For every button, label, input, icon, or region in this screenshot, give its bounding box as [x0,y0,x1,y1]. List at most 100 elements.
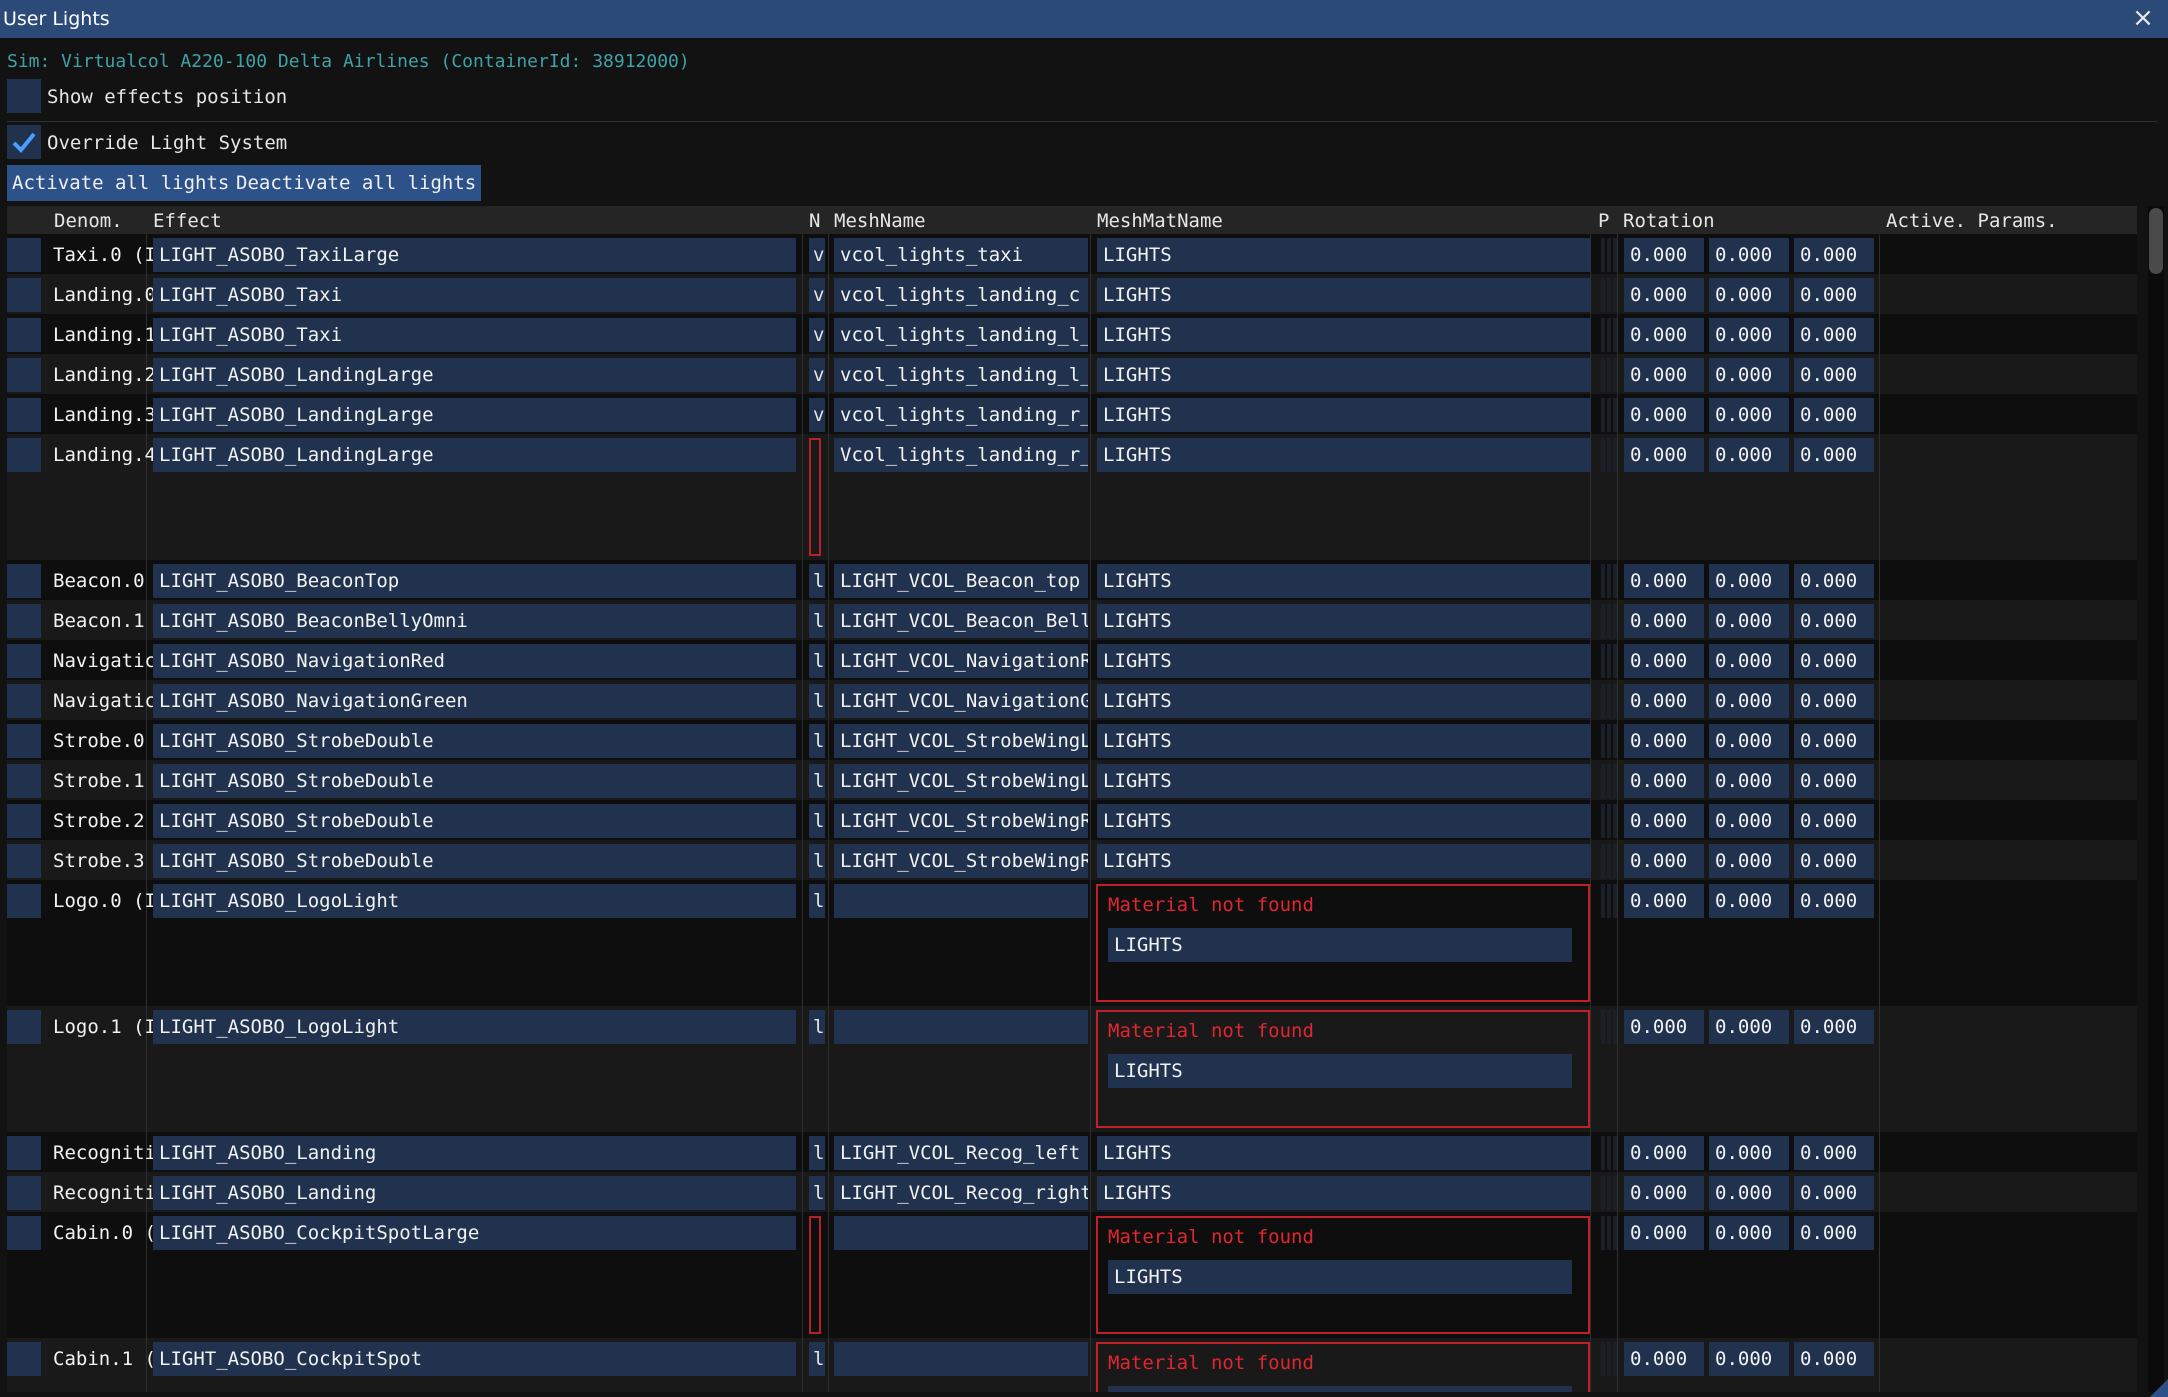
row-meshmatname-field[interactable]: LIGHTS [1097,764,1591,798]
row-meshmatname-field[interactable]: LIGHTS [1097,724,1591,758]
row-active-checkbox[interactable] [7,238,41,272]
row-p-field[interactable] [1599,1176,1617,1210]
row-meshname-field[interactable]: LIGHT_VCOL_NavigationRe [834,644,1088,678]
row-meshmatname-field[interactable]: LIGHTS [1097,804,1591,838]
row-effect-field[interactable]: LIGHT_ASOBO_LogoLight [153,1010,796,1044]
row-rotation-x-field[interactable]: 0.000 [1624,684,1704,718]
row-effect-field[interactable]: LIGHT_ASOBO_Taxi [153,278,796,312]
row-meshname-field[interactable]: LIGHT_VCOL_Beacon_Belly [834,604,1088,638]
row-rotation-z-field[interactable]: 0.000 [1794,724,1874,758]
row-effect-field[interactable]: LIGHT_ASOBO_StrobeDouble [153,844,796,878]
row-active-checkbox[interactable] [7,278,41,312]
row-rotation-z-field[interactable]: 0.000 [1794,604,1874,638]
row-p-field[interactable] [1599,564,1617,598]
row-active-checkbox[interactable] [7,604,41,638]
row-meshname-field[interactable] [834,884,1088,918]
row-meshname-field[interactable] [834,1010,1088,1044]
row-meshname-field[interactable]: LIGHT_VCOL_Recog_right [834,1176,1088,1210]
row-rotation-x-field[interactable]: 0.000 [1624,604,1704,638]
row-rotation-z-field[interactable]: 0.000 [1794,564,1874,598]
row-rotation-z-field[interactable]: 0.000 [1794,1010,1874,1044]
row-rotation-y-field[interactable]: 0.000 [1709,884,1789,918]
row-p-field[interactable] [1599,804,1617,838]
row-effect-field[interactable]: LIGHT_ASOBO_Landing [153,1136,796,1170]
row-rotation-z-field[interactable]: 0.000 [1794,844,1874,878]
row-meshname-field[interactable]: vcol_lights_landing_l_1 [834,318,1088,352]
row-rotation-z-field[interactable]: 0.000 [1794,358,1874,392]
row-active-checkbox[interactable] [7,1216,41,1250]
row-rotation-z-field[interactable]: 0.000 [1794,1216,1874,1250]
row-meshmatname-field[interactable]: LIGHTS [1097,358,1591,392]
row-effect-field[interactable]: LIGHT_ASOBO_BeaconBellyOmni [153,604,796,638]
row-n-field[interactable]: l [809,884,825,918]
row-meshname-field[interactable]: vcol_lights_landing_r_2 [834,398,1088,432]
row-rotation-z-field[interactable]: 0.000 [1794,644,1874,678]
row-rotation-z-field[interactable]: 0.000 [1794,398,1874,432]
row-active-checkbox[interactable] [7,398,41,432]
row-rotation-z-field[interactable]: 0.000 [1794,804,1874,838]
row-p-field[interactable] [1599,764,1617,798]
row-rotation-z-field[interactable]: 0.000 [1794,764,1874,798]
row-effect-field[interactable]: LIGHT_ASOBO_StrobeDouble [153,764,796,798]
row-meshmatname-field[interactable]: LIGHTS [1097,684,1591,718]
row-meshname-field[interactable] [834,1216,1088,1250]
row-n-error-field[interactable] [809,438,821,556]
row-effect-field[interactable]: LIGHT_ASOBO_StrobeDouble [153,804,796,838]
row-active-checkbox[interactable] [7,884,41,918]
row-active-checkbox[interactable] [7,1342,41,1376]
row-p-field[interactable] [1599,358,1617,392]
row-p-field[interactable] [1599,1342,1617,1376]
table-scrollbar[interactable] [2148,206,2164,1392]
row-active-checkbox[interactable] [7,804,41,838]
row-meshname-field[interactable]: Vcol_lights_landing_r_1 [834,438,1088,472]
row-rotation-y-field[interactable]: 0.000 [1709,804,1789,838]
row-rotation-y-field[interactable]: 0.000 [1709,1010,1789,1044]
row-n-field[interactable]: l [809,1342,825,1376]
row-p-field[interactable] [1599,884,1617,918]
row-meshname-field[interactable]: vcol_lights_taxi [834,238,1088,272]
activate-all-lights-button[interactable]: Activate all lights [7,165,235,201]
row-p-field[interactable] [1599,398,1617,432]
row-rotation-z-field[interactable]: 0.000 [1794,1176,1874,1210]
row-rotation-z-field[interactable]: 0.000 [1794,884,1874,918]
row-rotation-x-field[interactable]: 0.000 [1624,564,1704,598]
row-meshname-field[interactable]: LIGHT_VCOL_NavigationGr [834,684,1088,718]
row-effect-field[interactable]: LIGHT_ASOBO_CockpitSpot [153,1342,796,1376]
row-rotation-y-field[interactable]: 0.000 [1709,604,1789,638]
row-p-field[interactable] [1599,604,1617,638]
row-rotation-y-field[interactable]: 0.000 [1709,358,1789,392]
row-rotation-z-field[interactable]: 0.000 [1794,438,1874,472]
row-rotation-y-field[interactable]: 0.000 [1709,764,1789,798]
row-meshmatname-field[interactable]: LIGHTS [1097,644,1591,678]
row-rotation-y-field[interactable]: 0.000 [1709,564,1789,598]
row-meshmatname-field[interactable]: LIGHTS [1097,564,1591,598]
row-effect-field[interactable]: LIGHT_ASOBO_NavigationGreen [153,684,796,718]
row-rotation-y-field[interactable]: 0.000 [1709,724,1789,758]
row-effect-field[interactable]: LIGHT_ASOBO_Landing [153,1176,796,1210]
row-rotation-y-field[interactable]: 0.000 [1709,1216,1789,1250]
row-p-field[interactable] [1599,1136,1617,1170]
row-rotation-y-field[interactable]: 0.000 [1709,238,1789,272]
row-meshmatname-field[interactable]: LIGHTS [1097,238,1591,272]
resize-grip-icon[interactable] [2150,1379,2168,1397]
row-active-checkbox[interactable] [7,1010,41,1044]
row-meshmatname-field[interactable]: LIGHTS [1097,278,1591,312]
row-n-field[interactable]: l [809,684,825,718]
row-rotation-x-field[interactable]: 0.000 [1624,1136,1704,1170]
row-active-checkbox[interactable] [7,684,41,718]
row-n-field[interactable]: l [809,764,825,798]
row-rotation-y-field[interactable]: 0.000 [1709,438,1789,472]
row-rotation-y-field[interactable]: 0.000 [1709,844,1789,878]
row-n-field[interactable]: l [809,844,825,878]
row-rotation-x-field[interactable]: 0.000 [1624,1010,1704,1044]
row-meshname-field[interactable] [834,1342,1088,1376]
show-effects-position-checkbox[interactable] [7,79,41,113]
row-n-field[interactable]: v [809,278,825,312]
row-n-field[interactable]: l [809,1010,825,1044]
deactivate-all-lights-button[interactable]: Deactivate all lights [231,165,482,201]
scrollbar-thumb[interactable] [2149,208,2163,274]
row-n-field[interactable]: v [809,318,825,352]
row-active-checkbox[interactable] [7,644,41,678]
row-meshmatname-field[interactable]: LIGHTS [1097,1136,1591,1170]
row-rotation-y-field[interactable]: 0.000 [1709,1136,1789,1170]
